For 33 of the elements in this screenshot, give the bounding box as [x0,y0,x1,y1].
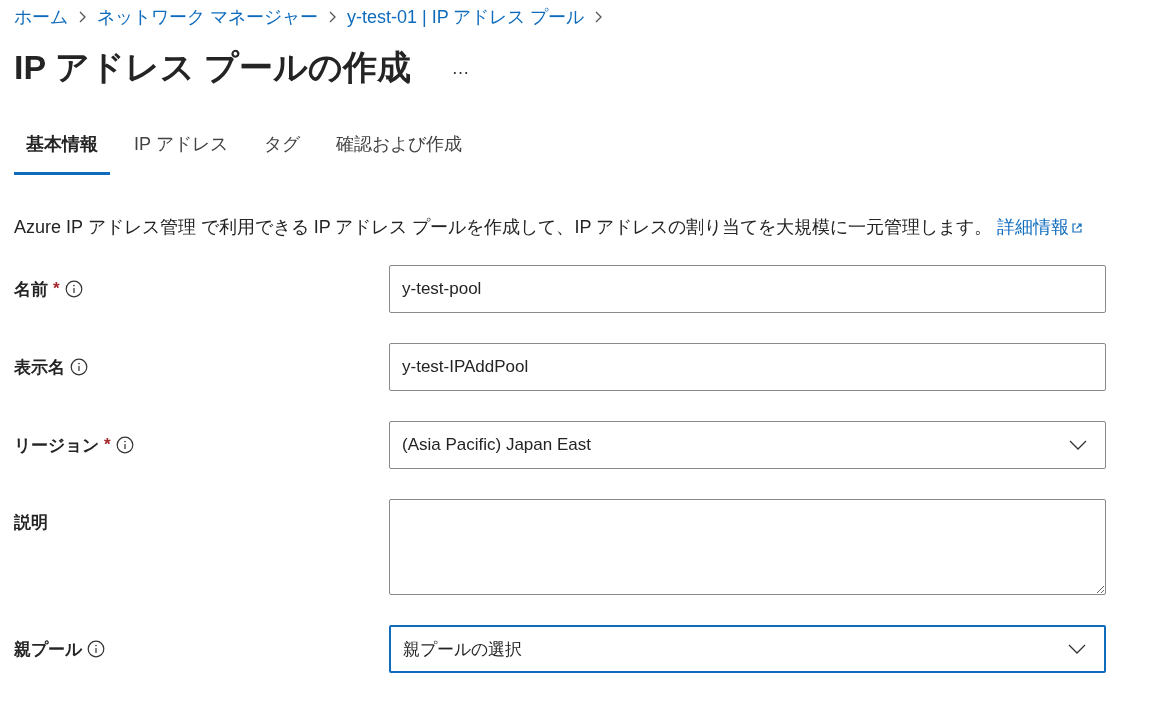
field-label: 名前 [14,278,48,301]
tab[interactable]: 基本情報 [14,124,110,175]
external-link-icon [1071,222,1084,234]
text-input[interactable]: y-test-pool [389,265,1106,313]
info-icon[interactable] [64,280,83,298]
field-label: リージョン [14,434,99,457]
more-button[interactable]: … [447,57,474,79]
info-icon[interactable] [115,436,134,454]
text-input[interactable]: y-test-IPAddPool [389,343,1106,391]
required-asterisk: * [53,279,60,299]
field-label: 親プール [14,638,82,661]
chevron-right-icon [594,10,604,24]
page-title: IP アドレス プールの作成 [14,47,412,88]
chevron-down-icon [1068,644,1086,654]
required-asterisk: * [104,435,111,455]
description-text: Azure IP アドレス管理 で利用できる IP アドレス プールを作成して、IP アドレスの割り当てを大規模に一元管理します。 詳細情報 [14,213,1106,241]
tab[interactable]: IP アドレス [122,124,240,175]
text-area[interactable] [389,499,1106,595]
tab[interactable]: 確認および作成 [323,124,474,175]
tab[interactable]: タグ [251,124,312,175]
dropdown[interactable]: 親プールの選択 [389,625,1106,673]
breadcrumb-link[interactable]: ホーム [14,5,68,29]
learn-more-link[interactable]: 詳細情報 [997,217,1084,237]
chevron-right-icon [78,10,87,24]
field-label: 表示名 [14,356,65,379]
info-icon[interactable] [87,640,105,658]
info-icon[interactable] [70,358,88,376]
breadcrumb-link[interactable]: y-test-01 | IP アドレス プール [347,5,585,29]
chevron-right-icon [328,10,337,24]
breadcrumb-link[interactable]: ネットワーク マネージャー [97,5,318,29]
dropdown[interactable]: (Asia Pacific) Japan East [389,421,1106,469]
chevron-down-icon [1069,440,1087,450]
field-label: 説明 [14,512,48,534]
